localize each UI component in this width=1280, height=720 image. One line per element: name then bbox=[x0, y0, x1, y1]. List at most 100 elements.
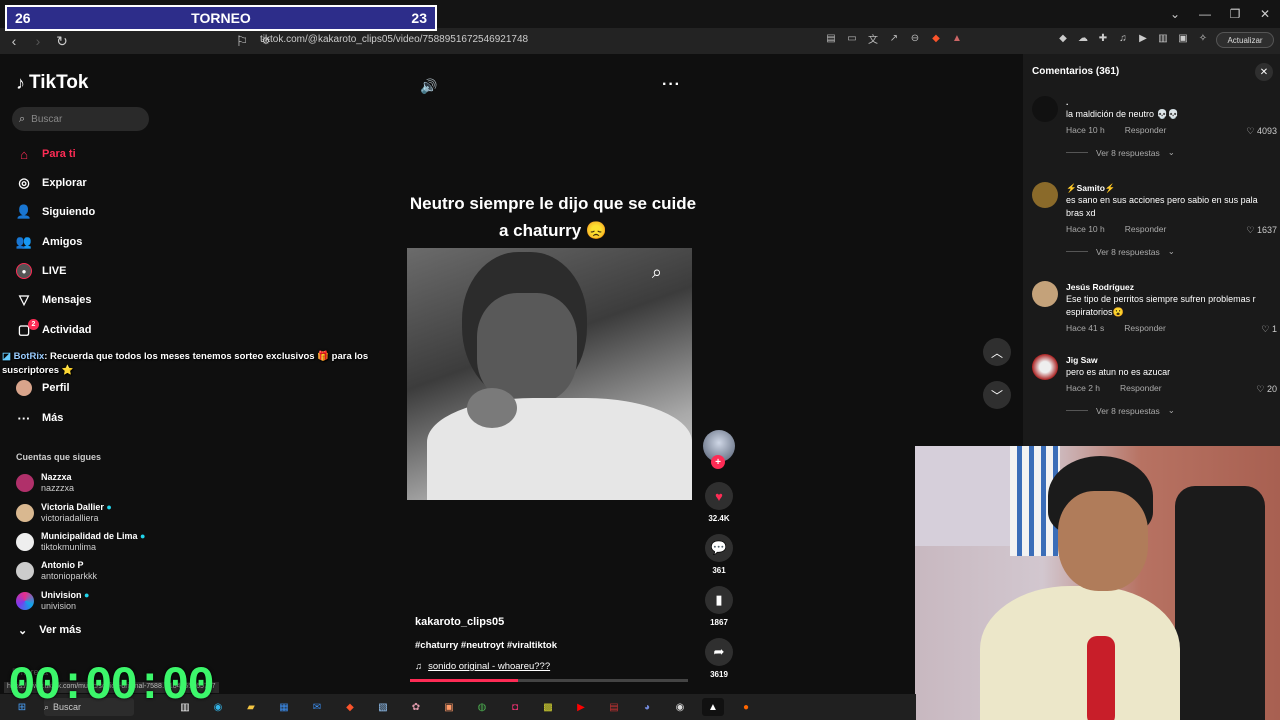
tiktok-logo[interactable]: ♪ TikTok bbox=[16, 72, 88, 94]
sidebar-item-para-ti[interactable]: ⌂ Para ti bbox=[16, 144, 166, 164]
view-replies-button[interactable]: Ver 8 respuestas ⌄ bbox=[1066, 246, 1270, 257]
followed-account[interactable]: Univision ● univision bbox=[16, 588, 166, 614]
reply-button[interactable]: Responder bbox=[1120, 383, 1162, 393]
sidebar-item-perfil[interactable]: Perfil bbox=[16, 378, 166, 398]
sidebar-item-mensajes[interactable]: ▽ Mensajes bbox=[16, 290, 166, 310]
brave-rewards-icon[interactable]: ▲ bbox=[950, 31, 964, 45]
cast-icon[interactable]: ▭ bbox=[845, 31, 859, 45]
recorder-icon[interactable]: ● bbox=[735, 698, 757, 716]
app-icon[interactable]: ▣ bbox=[438, 698, 460, 716]
divider bbox=[1066, 410, 1088, 411]
extension-diamond-icon[interactable]: ◆ bbox=[1056, 31, 1070, 45]
followed-account[interactable]: Victoria Dallier ● victoriadalliera bbox=[16, 500, 166, 526]
sidebar-item-explorar[interactable]: ◎ Explorar bbox=[16, 173, 166, 193]
video-frame[interactable]: ⌕ bbox=[407, 248, 692, 500]
brave-icon[interactable]: ◆ bbox=[339, 698, 361, 716]
like-button[interactable]: ♥ 32.4K bbox=[704, 482, 734, 523]
instagram-icon[interactable]: ◘ bbox=[504, 698, 526, 716]
sidebar-item-mas[interactable]: ··· Más bbox=[16, 408, 166, 428]
address-bar[interactable]: tiktok.com/@kakaroto_clips05/video/75889… bbox=[260, 34, 528, 45]
restore-button[interactable]: ❐ bbox=[1220, 0, 1250, 28]
photos-icon[interactable]: ▧ bbox=[372, 698, 394, 716]
reply-button[interactable]: Responder bbox=[1125, 125, 1167, 135]
avatar[interactable] bbox=[1032, 182, 1058, 208]
close-window-button[interactable]: ✕ bbox=[1250, 0, 1280, 28]
brave-shield-icon[interactable]: ◆ bbox=[929, 31, 943, 45]
heart-outline-icon: ♡ bbox=[1246, 126, 1255, 136]
heart-outline-icon: ♡ bbox=[1256, 384, 1265, 394]
chevron-down-icon[interactable]: ⌄ bbox=[1160, 0, 1190, 28]
account-name: Municipalidad de Lima ● bbox=[41, 531, 146, 541]
volume-icon[interactable]: 🔊 bbox=[420, 78, 437, 95]
editor-icon[interactable]: ▤ bbox=[603, 698, 625, 716]
minimize-button[interactable]: — bbox=[1190, 0, 1220, 28]
comment-like[interactable]: ♡ 1637 bbox=[1246, 225, 1277, 236]
comment-like[interactable]: ♡ 1 bbox=[1261, 324, 1277, 335]
comment-like[interactable]: ♡ 20 bbox=[1256, 384, 1277, 395]
save-button[interactable]: ▮ 1867 bbox=[704, 586, 734, 627]
followed-account[interactable]: Nazzxa nazzzxa bbox=[16, 470, 166, 496]
mail-icon[interactable]: ✉ bbox=[306, 698, 328, 716]
obs-icon[interactable]: ◉ bbox=[669, 698, 691, 716]
followed-account[interactable]: Antonio Pantonioparkkk bbox=[16, 558, 166, 584]
sidebar-item-siguiendo[interactable]: 👤 Siguiendo bbox=[16, 202, 166, 222]
reader-icon[interactable]: ▤ bbox=[824, 31, 838, 45]
close-icon[interactable]: ✕ bbox=[1255, 63, 1273, 81]
back-icon[interactable]: ‹ bbox=[4, 31, 24, 51]
reply-button[interactable]: Responder bbox=[1124, 323, 1166, 333]
home-icon: ⌂ bbox=[20, 146, 28, 162]
comment-user[interactable]: Jig Saw bbox=[1066, 354, 1270, 366]
file-explorer-icon[interactable]: ▰ bbox=[240, 698, 262, 716]
video-progress-bar[interactable] bbox=[410, 679, 688, 682]
comment-user[interactable]: ⚡Samito⚡ bbox=[1066, 182, 1270, 194]
video-author[interactable]: kakaroto_clips05 bbox=[415, 616, 504, 628]
comment-user[interactable]: Jesús Rodríguez bbox=[1066, 281, 1270, 293]
sidebar-item-label: Actividad bbox=[42, 324, 92, 336]
comment-user[interactable]: . bbox=[1066, 96, 1270, 108]
follow-plus-icon[interactable]: + bbox=[711, 455, 725, 469]
video-sound[interactable]: ♫ sonido original - whoareu??? bbox=[415, 661, 550, 672]
forward-icon[interactable]: › bbox=[28, 31, 48, 51]
previous-video-button[interactable]: ︿ bbox=[983, 338, 1011, 366]
network-icon[interactable]: ✿ bbox=[405, 698, 427, 716]
wallet-icon[interactable]: ▣ bbox=[1176, 31, 1190, 45]
comment-like[interactable]: ♡ 4093 bbox=[1246, 126, 1277, 137]
update-button[interactable]: Actualizar bbox=[1216, 32, 1274, 48]
share-icon[interactable]: ↗ bbox=[887, 31, 901, 45]
bookmark-icon[interactable]: ⚐ bbox=[232, 31, 252, 51]
avatar[interactable] bbox=[1032, 96, 1058, 122]
youtube-icon[interactable]: ▶ bbox=[570, 698, 592, 716]
followed-account[interactable]: Municipalidad de Lima ● tiktokmunlima bbox=[16, 529, 166, 555]
leo-icon[interactable]: ✧ bbox=[1196, 31, 1210, 45]
video-hashtags[interactable]: #chaturry #neutroyt #viraltiktok bbox=[415, 640, 557, 651]
media-icon[interactable]: ▶ bbox=[1136, 31, 1150, 45]
view-replies-button[interactable]: Ver 8 respuestas ⌄ bbox=[1066, 405, 1270, 416]
search-input[interactable]: ⌕ Buscar bbox=[12, 107, 149, 131]
sidebar-item-amigos[interactable]: 👥 Amigos bbox=[16, 232, 166, 252]
avatar[interactable] bbox=[1032, 354, 1058, 380]
next-video-button[interactable]: ﹀ bbox=[983, 381, 1011, 409]
avatar[interactable] bbox=[1032, 281, 1058, 307]
translate-icon[interactable]: 文 bbox=[866, 31, 880, 46]
comment-button[interactable]: 💬 361 bbox=[704, 534, 734, 575]
discord-icon[interactable]: ◕ bbox=[636, 698, 658, 716]
capcut-icon[interactable]: ▲ bbox=[702, 698, 724, 716]
reload-icon[interactable]: ↻ bbox=[52, 31, 72, 51]
see-more-button[interactable]: ⌄ Ver más bbox=[18, 624, 81, 637]
sidebar-item-actividad[interactable]: ▢ 2 Actividad bbox=[16, 319, 166, 340]
extension-cloud-icon[interactable]: ☁ bbox=[1076, 31, 1090, 45]
sidebar-item-live[interactable]: ● LIVE bbox=[16, 261, 166, 281]
zoom-icon[interactable]: ⊖ bbox=[908, 31, 922, 45]
sidebar-icon[interactable]: ▥ bbox=[1156, 31, 1170, 45]
music-icon[interactable]: ♫ bbox=[1116, 31, 1130, 45]
more-options-icon[interactable]: ··· bbox=[662, 76, 681, 94]
view-replies-button[interactable]: Ver 8 respuestas ⌄ bbox=[1066, 147, 1270, 158]
extension-icons: ◆ ☁ ✚ ♫ ▶ ▥ ▣ ✧ ⛨ bbox=[1056, 31, 1230, 45]
chrome-icon[interactable]: ◍ bbox=[471, 698, 493, 716]
share-button[interactable]: ➦ 3619 bbox=[704, 638, 734, 679]
store-icon[interactable]: ▦ bbox=[273, 698, 295, 716]
account-handle: victoriadalliera bbox=[41, 513, 99, 523]
extension-puzzle-icon[interactable]: ✚ bbox=[1096, 31, 1110, 45]
reply-button[interactable]: Responder bbox=[1125, 224, 1167, 234]
game-icon[interactable]: ▩ bbox=[537, 698, 559, 716]
